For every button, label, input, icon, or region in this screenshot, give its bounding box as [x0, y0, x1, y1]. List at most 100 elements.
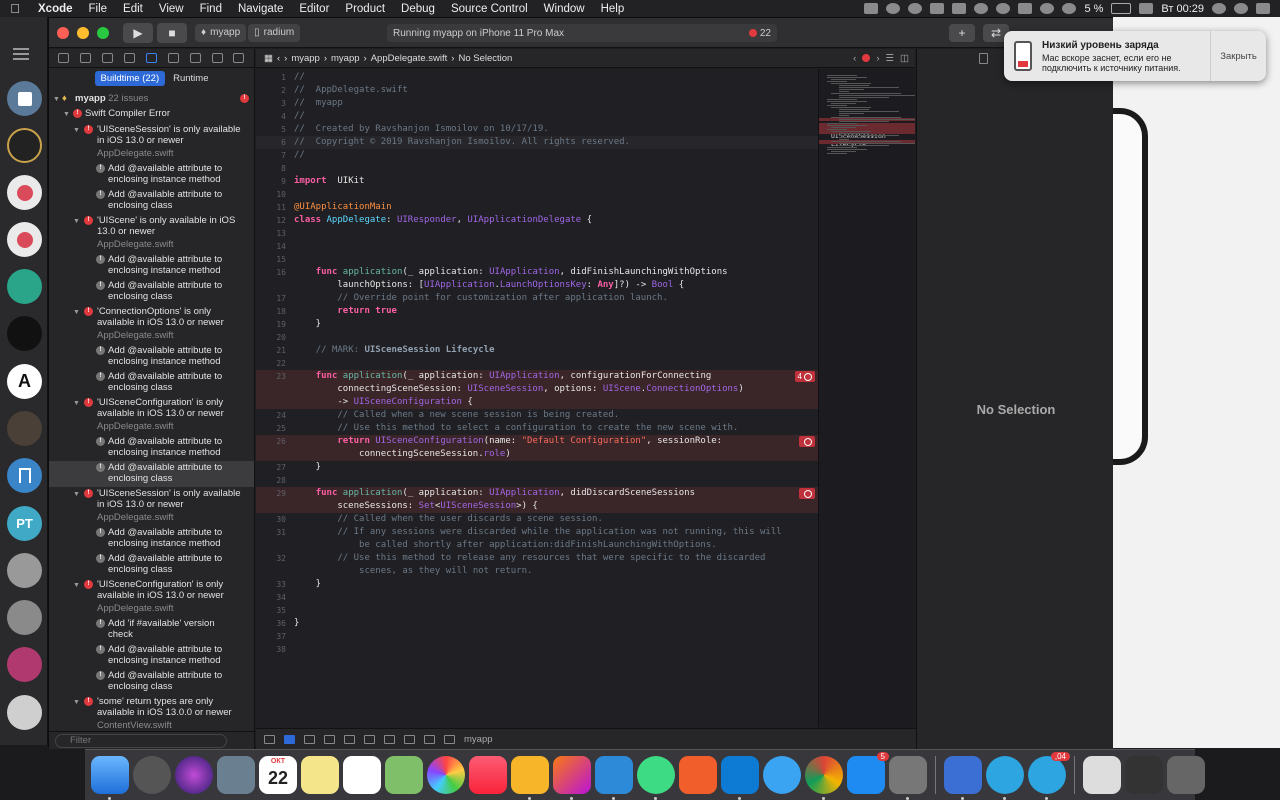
close-window-button[interactable]	[57, 26, 69, 39]
disclosure-triangle-icon[interactable]: ▼	[73, 125, 80, 136]
breadcrumb-project[interactable]: myapp	[291, 53, 320, 64]
code-line[interactable]: }	[294, 579, 321, 589]
code-line[interactable]: // AppDelegate.swift	[294, 85, 408, 95]
menu-xcode[interactable]: Xcode	[30, 3, 81, 15]
fixit-row[interactable]: ! Add @available attribute to enclosing i…	[49, 643, 254, 669]
project-navigator-icon[interactable]	[58, 53, 70, 63]
breadcrumb-selection[interactable]: No Selection	[458, 53, 512, 64]
reminders-icon[interactable]	[343, 756, 381, 794]
breadcrumb-folder[interactable]: myapp	[331, 53, 360, 64]
code-line[interactable]: // Created by Ravshanjon Ismoilov on 10/…	[294, 124, 549, 134]
app-store-icon[interactable]: 5	[847, 752, 889, 794]
battery-icon[interactable]	[1111, 3, 1132, 14]
siri-icon[interactable]	[175, 756, 213, 794]
breakpoint-navigator-icon[interactable]	[211, 53, 223, 63]
disclosure-triangle-icon[interactable]: ▼	[73, 307, 80, 318]
disclosure-triangle-icon[interactable]: ▼	[53, 94, 60, 105]
symbol-navigator-icon[interactable]	[102, 53, 114, 63]
intellij-icon[interactable]	[553, 756, 591, 800]
previous-issue-icon[interactable]: ‹	[853, 53, 856, 64]
issue-row[interactable]: ▼! 'ConnectionOptions' is only available …	[49, 305, 254, 344]
clock[interactable]: Вт 00:29	[1161, 3, 1204, 15]
android-studio-icon[interactable]	[637, 756, 675, 800]
debug-target-label[interactable]: myapp	[464, 734, 493, 745]
chat-avatar[interactable]	[7, 411, 42, 446]
fixit-row[interactable]: ! Add @available attribute to enclosing c…	[49, 279, 254, 305]
notification-close-button[interactable]: Закрыть	[1210, 31, 1266, 81]
disclosure-triangle-icon[interactable]: ▼	[73, 580, 80, 591]
zoom-window-button[interactable]	[97, 26, 109, 39]
issue-row[interactable]: ▼! 'UISceneSession' is only available in …	[49, 487, 254, 526]
simulator-device[interactable]	[1113, 108, 1148, 465]
trash-icon[interactable]	[1167, 756, 1205, 794]
report-navigator-icon[interactable]	[233, 53, 245, 63]
disclosure-triangle-icon[interactable]: ▼	[73, 697, 80, 708]
source-control-navigator-icon[interactable]	[80, 53, 92, 63]
step-over-icon[interactable]	[324, 734, 335, 744]
code-line[interactable]: func application(_ application: UIApplic…	[294, 267, 728, 277]
code-line[interactable]: func application(_ application: UIApplic…	[294, 488, 695, 498]
menu-edit[interactable]: Edit	[115, 3, 151, 15]
minimap[interactable]: UISceneSession Lifecycle	[818, 69, 915, 727]
breadcrumb-file[interactable]: AppDelegate.swift	[371, 53, 448, 64]
telegram-icon[interactable]	[986, 756, 1024, 800]
maps-icon[interactable]	[385, 756, 423, 794]
code-line[interactable]: class AppDelegate: UIResponder, UIApplic…	[294, 215, 592, 225]
telegram-icon[interactable]: ,04	[1028, 752, 1070, 800]
issue-icon[interactable]	[862, 54, 871, 62]
device-selector[interactable]: ▯ radium	[248, 23, 301, 42]
menu-window[interactable]: Window	[536, 3, 593, 15]
notes-icon[interactable]	[301, 756, 339, 794]
chat-avatar[interactable]	[7, 269, 42, 304]
search-icon[interactable]	[1212, 3, 1226, 14]
fixit-row[interactable]: ! Add @available attribute to enclosing i…	[49, 253, 254, 279]
issue-row[interactable]: ▼! 'UISceneSession' is only available in …	[49, 123, 254, 162]
wifi-icon[interactable]	[1062, 3, 1077, 14]
apple-menu-icon[interactable]: 	[0, 1, 30, 16]
menu-editor[interactable]: Editor	[291, 3, 337, 15]
chat-avatar[interactable]	[7, 553, 42, 588]
issue-row[interactable]: ▼! 'some' return types are only available…	[49, 695, 254, 731]
code-line[interactable]: //	[294, 150, 305, 160]
chat-avatar[interactable]	[7, 316, 42, 351]
menu-view[interactable]: View	[151, 3, 192, 15]
user-icon[interactable]	[1234, 3, 1248, 14]
fixit-row[interactable]: ! Add @available attribute to enclosing c…	[49, 552, 254, 578]
photos-icon[interactable]	[427, 756, 465, 794]
chat-avatar[interactable]	[7, 175, 42, 210]
menu-file[interactable]: File	[81, 3, 116, 15]
status-app-icon[interactable]	[952, 3, 967, 14]
status-app-icon[interactable]	[1040, 3, 1055, 14]
status-app-icon[interactable]	[886, 3, 901, 14]
tab-runtime[interactable]: Runtime	[173, 73, 208, 84]
location-icon[interactable]	[444, 734, 455, 744]
breakpoints-toggle-icon[interactable]	[284, 734, 295, 744]
inline-error-badge[interactable]: 4	[794, 371, 815, 382]
code-line[interactable]: connectingSceneSession: UISceneSession, …	[294, 384, 743, 394]
editor-options-icon[interactable]: ☰	[885, 53, 894, 64]
code-line[interactable]: //	[294, 111, 305, 121]
code-line[interactable]: // Override point for customization afte…	[294, 293, 668, 303]
vscode-icon[interactable]	[721, 756, 759, 800]
menu-source-control[interactable]: Source Control	[443, 3, 536, 15]
view-hierarchy-icon[interactable]	[384, 734, 395, 744]
hide-debug-area-icon[interactable]	[264, 734, 275, 744]
issue-row[interactable]: ▼! 'UISceneConfiguration' is only availab…	[49, 396, 254, 435]
fixit-row[interactable]: ! Add @available attribute to enclosing i…	[49, 344, 254, 370]
tab-buildtime[interactable]: Buildtime (22)	[94, 70, 166, 86]
pause-icon[interactable]	[304, 734, 315, 744]
code-line[interactable]: be called shortly after application:didF…	[294, 540, 717, 550]
code-line[interactable]: return UISceneConfiguration(name: "Defau…	[294, 436, 722, 446]
code-line[interactable]: // Use this method to release any resour…	[294, 553, 765, 563]
file-inspector-icon[interactable]	[979, 53, 988, 64]
chat-avatar[interactable]: PT	[7, 506, 42, 541]
code-line[interactable]: func application(_ application: UIApplic…	[294, 371, 712, 381]
status-app-icon[interactable]	[996, 3, 1011, 14]
code-line[interactable]: // If any sessions were discarded while …	[294, 527, 781, 537]
system-preferences-icon[interactable]	[889, 756, 927, 800]
code-line[interactable]: }	[294, 618, 299, 628]
filter-input[interactable]: Filter	[55, 733, 227, 748]
step-into-icon[interactable]	[344, 734, 355, 744]
chrome-icon[interactable]	[805, 756, 843, 800]
status-error-count[interactable]: 22	[748, 28, 771, 39]
